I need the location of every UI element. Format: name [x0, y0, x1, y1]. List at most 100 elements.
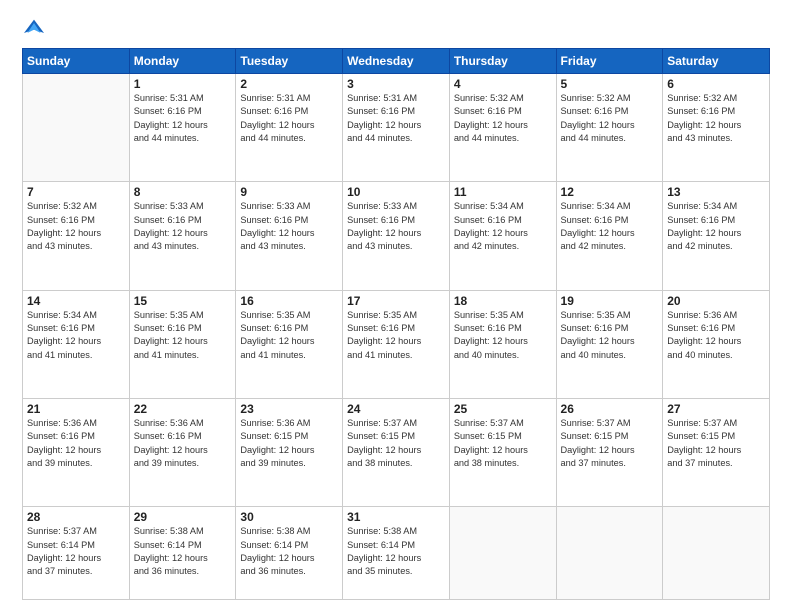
day-info: Sunrise: 5:37 AM Sunset: 6:14 PM Dayligh… [27, 525, 125, 578]
day-info: Sunrise: 5:34 AM Sunset: 6:16 PM Dayligh… [454, 200, 552, 253]
weekday-header-thursday: Thursday [449, 49, 556, 74]
calendar-cell-5-2: 29Sunrise: 5:38 AM Sunset: 6:14 PM Dayli… [129, 507, 236, 600]
calendar-cell-4-7: 27Sunrise: 5:37 AM Sunset: 6:15 PM Dayli… [663, 398, 770, 506]
day-number: 1 [134, 77, 232, 91]
day-info: Sunrise: 5:32 AM Sunset: 6:16 PM Dayligh… [561, 92, 659, 145]
day-number: 24 [347, 402, 445, 416]
calendar-cell-1-4: 3Sunrise: 5:31 AM Sunset: 6:16 PM Daylig… [343, 74, 450, 182]
weekday-header-saturday: Saturday [663, 49, 770, 74]
calendar-cell-1-1 [23, 74, 130, 182]
day-info: Sunrise: 5:34 AM Sunset: 6:16 PM Dayligh… [561, 200, 659, 253]
day-number: 9 [240, 185, 338, 199]
calendar-cell-2-3: 9Sunrise: 5:33 AM Sunset: 6:16 PM Daylig… [236, 182, 343, 290]
weekday-header-tuesday: Tuesday [236, 49, 343, 74]
calendar-cell-3-6: 19Sunrise: 5:35 AM Sunset: 6:16 PM Dayli… [556, 290, 663, 398]
day-number: 14 [27, 294, 125, 308]
calendar-cell-4-3: 23Sunrise: 5:36 AM Sunset: 6:15 PM Dayli… [236, 398, 343, 506]
day-info: Sunrise: 5:38 AM Sunset: 6:14 PM Dayligh… [240, 525, 338, 578]
calendar-cell-5-7 [663, 507, 770, 600]
day-info: Sunrise: 5:33 AM Sunset: 6:16 PM Dayligh… [134, 200, 232, 253]
day-number: 5 [561, 77, 659, 91]
day-number: 11 [454, 185, 552, 199]
week-row-5: 28Sunrise: 5:37 AM Sunset: 6:14 PM Dayli… [23, 507, 770, 600]
day-number: 16 [240, 294, 338, 308]
calendar-cell-4-2: 22Sunrise: 5:36 AM Sunset: 6:16 PM Dayli… [129, 398, 236, 506]
day-info: Sunrise: 5:37 AM Sunset: 6:15 PM Dayligh… [454, 417, 552, 470]
day-number: 31 [347, 510, 445, 524]
day-info: Sunrise: 5:34 AM Sunset: 6:16 PM Dayligh… [667, 200, 765, 253]
calendar-cell-5-5 [449, 507, 556, 600]
calendar-cell-2-2: 8Sunrise: 5:33 AM Sunset: 6:16 PM Daylig… [129, 182, 236, 290]
calendar-cell-3-2: 15Sunrise: 5:35 AM Sunset: 6:16 PM Dayli… [129, 290, 236, 398]
calendar-cell-3-5: 18Sunrise: 5:35 AM Sunset: 6:16 PM Dayli… [449, 290, 556, 398]
day-number: 10 [347, 185, 445, 199]
day-number: 2 [240, 77, 338, 91]
weekday-header-monday: Monday [129, 49, 236, 74]
week-row-2: 7Sunrise: 5:32 AM Sunset: 6:16 PM Daylig… [23, 182, 770, 290]
weekday-header-wednesday: Wednesday [343, 49, 450, 74]
calendar-cell-5-6 [556, 507, 663, 600]
day-number: 13 [667, 185, 765, 199]
day-number: 15 [134, 294, 232, 308]
day-number: 6 [667, 77, 765, 91]
day-info: Sunrise: 5:37 AM Sunset: 6:15 PM Dayligh… [347, 417, 445, 470]
calendar-cell-3-4: 17Sunrise: 5:35 AM Sunset: 6:16 PM Dayli… [343, 290, 450, 398]
day-info: Sunrise: 5:35 AM Sunset: 6:16 PM Dayligh… [134, 309, 232, 362]
day-info: Sunrise: 5:31 AM Sunset: 6:16 PM Dayligh… [240, 92, 338, 145]
day-info: Sunrise: 5:32 AM Sunset: 6:16 PM Dayligh… [454, 92, 552, 145]
week-row-4: 21Sunrise: 5:36 AM Sunset: 6:16 PM Dayli… [23, 398, 770, 506]
calendar-cell-3-3: 16Sunrise: 5:35 AM Sunset: 6:16 PM Dayli… [236, 290, 343, 398]
calendar-cell-4-5: 25Sunrise: 5:37 AM Sunset: 6:15 PM Dayli… [449, 398, 556, 506]
day-info: Sunrise: 5:35 AM Sunset: 6:16 PM Dayligh… [240, 309, 338, 362]
day-number: 17 [347, 294, 445, 308]
day-info: Sunrise: 5:38 AM Sunset: 6:14 PM Dayligh… [134, 525, 232, 578]
day-info: Sunrise: 5:31 AM Sunset: 6:16 PM Dayligh… [347, 92, 445, 145]
day-info: Sunrise: 5:34 AM Sunset: 6:16 PM Dayligh… [27, 309, 125, 362]
day-number: 28 [27, 510, 125, 524]
day-info: Sunrise: 5:37 AM Sunset: 6:15 PM Dayligh… [667, 417, 765, 470]
day-info: Sunrise: 5:32 AM Sunset: 6:16 PM Dayligh… [667, 92, 765, 145]
day-number: 12 [561, 185, 659, 199]
day-info: Sunrise: 5:36 AM Sunset: 6:15 PM Dayligh… [240, 417, 338, 470]
day-number: 3 [347, 77, 445, 91]
calendar-cell-1-5: 4Sunrise: 5:32 AM Sunset: 6:16 PM Daylig… [449, 74, 556, 182]
calendar-cell-1-6: 5Sunrise: 5:32 AM Sunset: 6:16 PM Daylig… [556, 74, 663, 182]
calendar-cell-5-4: 31Sunrise: 5:38 AM Sunset: 6:14 PM Dayli… [343, 507, 450, 600]
day-number: 7 [27, 185, 125, 199]
calendar-cell-4-4: 24Sunrise: 5:37 AM Sunset: 6:15 PM Dayli… [343, 398, 450, 506]
day-number: 19 [561, 294, 659, 308]
calendar-cell-2-6: 12Sunrise: 5:34 AM Sunset: 6:16 PM Dayli… [556, 182, 663, 290]
calendar-cell-5-3: 30Sunrise: 5:38 AM Sunset: 6:14 PM Dayli… [236, 507, 343, 600]
day-info: Sunrise: 5:33 AM Sunset: 6:16 PM Dayligh… [347, 200, 445, 253]
day-info: Sunrise: 5:35 AM Sunset: 6:16 PM Dayligh… [347, 309, 445, 362]
calendar-cell-1-3: 2Sunrise: 5:31 AM Sunset: 6:16 PM Daylig… [236, 74, 343, 182]
day-number: 4 [454, 77, 552, 91]
day-number: 26 [561, 402, 659, 416]
day-number: 18 [454, 294, 552, 308]
day-info: Sunrise: 5:31 AM Sunset: 6:16 PM Dayligh… [134, 92, 232, 145]
day-number: 22 [134, 402, 232, 416]
day-number: 29 [134, 510, 232, 524]
day-info: Sunrise: 5:37 AM Sunset: 6:15 PM Dayligh… [561, 417, 659, 470]
day-info: Sunrise: 5:35 AM Sunset: 6:16 PM Dayligh… [454, 309, 552, 362]
calendar-cell-2-5: 11Sunrise: 5:34 AM Sunset: 6:16 PM Dayli… [449, 182, 556, 290]
calendar-cell-1-7: 6Sunrise: 5:32 AM Sunset: 6:16 PM Daylig… [663, 74, 770, 182]
day-info: Sunrise: 5:32 AM Sunset: 6:16 PM Dayligh… [27, 200, 125, 253]
weekday-header-sunday: Sunday [23, 49, 130, 74]
calendar-table: SundayMondayTuesdayWednesdayThursdayFrid… [22, 48, 770, 600]
calendar-cell-3-1: 14Sunrise: 5:34 AM Sunset: 6:16 PM Dayli… [23, 290, 130, 398]
day-info: Sunrise: 5:38 AM Sunset: 6:14 PM Dayligh… [347, 525, 445, 578]
day-number: 8 [134, 185, 232, 199]
calendar-cell-2-1: 7Sunrise: 5:32 AM Sunset: 6:16 PM Daylig… [23, 182, 130, 290]
calendar-cell-2-7: 13Sunrise: 5:34 AM Sunset: 6:16 PM Dayli… [663, 182, 770, 290]
day-number: 20 [667, 294, 765, 308]
day-number: 25 [454, 402, 552, 416]
week-row-3: 14Sunrise: 5:34 AM Sunset: 6:16 PM Dayli… [23, 290, 770, 398]
day-number: 23 [240, 402, 338, 416]
day-info: Sunrise: 5:36 AM Sunset: 6:16 PM Dayligh… [667, 309, 765, 362]
day-info: Sunrise: 5:36 AM Sunset: 6:16 PM Dayligh… [27, 417, 125, 470]
weekday-header-row: SundayMondayTuesdayWednesdayThursdayFrid… [23, 49, 770, 74]
day-number: 27 [667, 402, 765, 416]
logo [22, 18, 56, 38]
calendar-cell-1-2: 1Sunrise: 5:31 AM Sunset: 6:16 PM Daylig… [129, 74, 236, 182]
